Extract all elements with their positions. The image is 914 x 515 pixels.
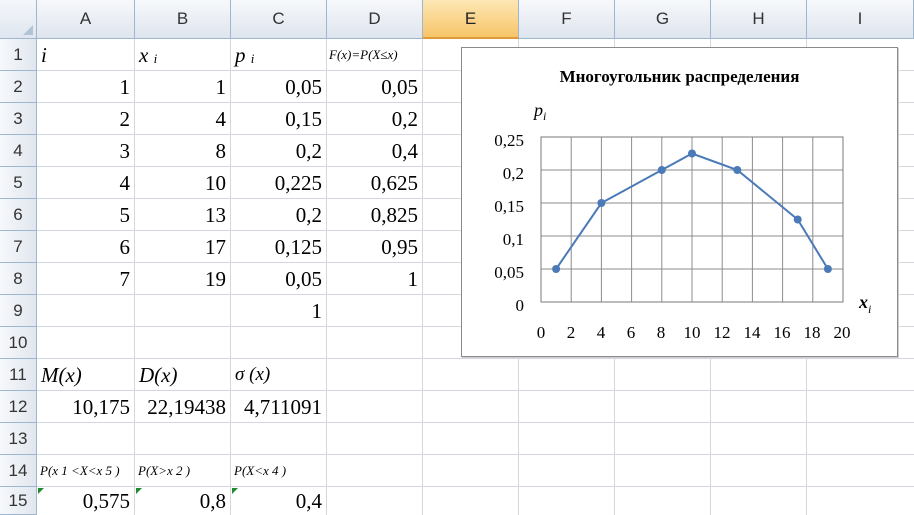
- data-point: [688, 149, 696, 158]
- cell-a7[interactable]: 6: [37, 231, 135, 263]
- cell-c12[interactable]: 4,711091: [231, 391, 327, 423]
- row-header-14[interactable]: 14: [0, 455, 37, 487]
- cell-b6[interactable]: 13: [135, 199, 231, 231]
- column-header-a[interactable]: A: [37, 0, 135, 39]
- cell-b1-subscript: i: [153, 51, 158, 66]
- cell-a1-text: i: [41, 42, 47, 67]
- cell-a11[interactable]: M(x): [37, 359, 135, 391]
- cell-c1-text: p: [235, 42, 246, 67]
- cell-b12[interactable]: 22,19438: [135, 391, 231, 423]
- error-indicator-a15[interactable]: [38, 488, 44, 494]
- row-header-5[interactable]: 5: [0, 167, 37, 199]
- chart-plot-area: [540, 136, 844, 303]
- cell-a14[interactable]: P(x 1 <X<x 5 ): [37, 455, 135, 487]
- cell-a8[interactable]: 7: [37, 263, 135, 295]
- column-header-i[interactable]: I: [807, 0, 914, 39]
- data-point: [657, 166, 666, 174]
- column-header-g[interactable]: G: [615, 0, 711, 39]
- cell-c3[interactable]: 0,15: [231, 103, 327, 135]
- column-header-c[interactable]: C: [231, 0, 327, 39]
- cell-b4[interactable]: 8: [135, 135, 231, 167]
- cell-b1-text: x: [139, 42, 149, 67]
- cell-b2[interactable]: 1: [135, 71, 231, 103]
- cell-c7[interactable]: 0,125: [231, 231, 327, 263]
- data-point: [793, 215, 802, 224]
- error-indicator-b15[interactable]: [136, 488, 142, 494]
- cell-c8[interactable]: 0,05: [231, 263, 327, 295]
- cell-b7[interactable]: 17: [135, 231, 231, 263]
- data-point: [597, 199, 606, 207]
- cell-a12[interactable]: 10,175: [37, 391, 135, 423]
- row-header-12[interactable]: 12: [0, 391, 37, 423]
- cell-a5[interactable]: 4: [37, 167, 135, 199]
- row-header-13[interactable]: 13: [0, 423, 37, 455]
- cell-a15[interactable]: 0,575: [37, 487, 135, 515]
- row-header-9[interactable]: 9: [0, 295, 37, 327]
- row-header-8[interactable]: 8: [0, 263, 37, 295]
- cell-c5[interactable]: 0,225: [231, 167, 327, 199]
- cell-c1[interactable]: p i: [231, 39, 327, 71]
- column-header-h[interactable]: H: [711, 0, 807, 39]
- column-header-b[interactable]: B: [135, 0, 231, 39]
- cell-d6[interactable]: 0,825: [327, 199, 423, 231]
- cell-d3[interactable]: 0,2: [327, 103, 423, 135]
- row-header-15[interactable]: 15: [0, 487, 37, 515]
- cell-c2[interactable]: 0,05: [231, 71, 327, 103]
- row-header-3[interactable]: 3: [0, 103, 37, 135]
- cell-c1-subscript: i: [250, 51, 255, 66]
- data-point: [552, 265, 561, 273]
- row-header-4[interactable]: 4: [0, 135, 37, 167]
- cell-d7[interactable]: 0,95: [327, 231, 423, 263]
- cell-a4[interactable]: 3: [37, 135, 135, 167]
- row-header-7[interactable]: 7: [0, 231, 37, 263]
- cell-d5[interactable]: 0,625: [327, 167, 423, 199]
- cell-c9[interactable]: 1: [231, 295, 327, 327]
- data-point: [823, 265, 832, 273]
- cell-d4[interactable]: 0,4: [327, 135, 423, 167]
- column-header-d[interactable]: D: [327, 0, 423, 39]
- cell-d8[interactable]: 1: [327, 263, 423, 295]
- cell-b15[interactable]: 0,8: [135, 487, 231, 515]
- select-all-button[interactable]: [0, 0, 37, 39]
- cell-c11[interactable]: σ (x): [231, 359, 327, 391]
- select-all-triangle: [23, 25, 33, 35]
- row-header-10[interactable]: 10: [0, 327, 37, 359]
- data-point: [733, 166, 742, 174]
- cell-d1[interactable]: F(x)=P(X≤x): [327, 39, 423, 71]
- cell-b1[interactable]: x i: [135, 39, 231, 71]
- cell-b3[interactable]: 4: [135, 103, 231, 135]
- cell-d2[interactable]: 0,05: [327, 71, 423, 103]
- row-header-2[interactable]: 2: [0, 71, 37, 103]
- cell-c6[interactable]: 0,2: [231, 199, 327, 231]
- cell-b11[interactable]: D(x): [135, 359, 231, 391]
- cell-c14[interactable]: P(X<x 4 ): [231, 455, 327, 487]
- row-header-1[interactable]: 1: [0, 39, 37, 71]
- cell-b8[interactable]: 19: [135, 263, 231, 295]
- cell-b14[interactable]: P(X>x 2 ): [135, 455, 231, 487]
- cell-a6[interactable]: 5: [37, 199, 135, 231]
- row-header-6[interactable]: 6: [0, 199, 37, 231]
- cell-a3[interactable]: 2: [37, 103, 135, 135]
- cell-c15[interactable]: 0,4: [231, 487, 327, 515]
- cell-b5[interactable]: 10: [135, 167, 231, 199]
- error-indicator-c15[interactable]: [232, 488, 238, 494]
- cell-a1[interactable]: i: [37, 39, 135, 71]
- cell-c4[interactable]: 0,2: [231, 135, 327, 167]
- row-header-11[interactable]: 11: [0, 359, 37, 391]
- chart-distribution-polygon[interactable]: Многоугольник распределения pi xi 0,25 0…: [461, 47, 898, 357]
- column-header-e[interactable]: E: [423, 0, 519, 39]
- cell-a2[interactable]: 1: [37, 71, 135, 103]
- column-header-f[interactable]: F: [519, 0, 615, 39]
